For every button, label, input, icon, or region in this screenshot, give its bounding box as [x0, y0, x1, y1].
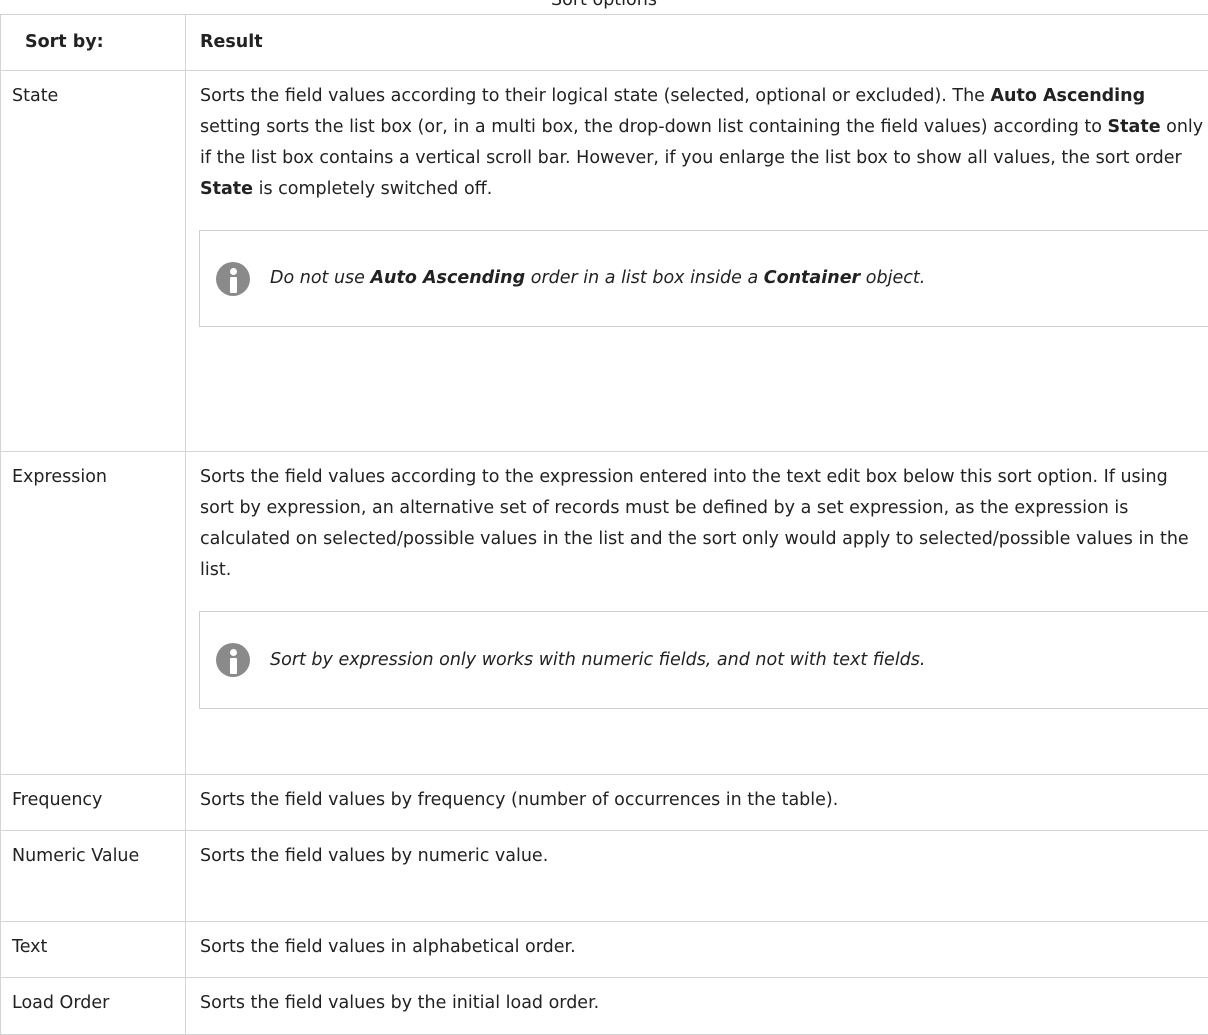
sort-by-cell: State [1, 71, 186, 452]
result-cell: Sorts the field values by frequency (num… [186, 775, 1208, 831]
note-box: Sort by expression only works with numer… [199, 611, 1208, 709]
note-text: Do not use Auto Ascending order in a lis… [270, 263, 925, 294]
sort-options-table: Sort by: Result State Sorts the field va… [0, 14, 1208, 1035]
result-cell: Sorts the field values in alphabetical o… [186, 922, 1208, 978]
sort-by-cell: Frequency [1, 775, 186, 831]
table-row: Load Order Sorts the field values by the… [1, 978, 1208, 1035]
result-cell: Sorts the field values by numeric value. [186, 831, 1208, 922]
sort-by-cell: Text [1, 922, 186, 978]
text-fragment: order in a list box inside a [525, 268, 764, 288]
sort-by-cell: Numeric Value [1, 831, 186, 922]
note-box: Do not use Auto Ascending order in a lis… [199, 230, 1208, 327]
table-row: Frequency Sorts the field values by freq… [1, 775, 1208, 831]
bold-term: Container [764, 268, 860, 288]
text-fragment: is completely switched off. [253, 179, 492, 199]
info-icon [216, 262, 250, 296]
result-text: Sorts the field values according to the … [200, 462, 1204, 586]
result-cell: Sorts the field values according to thei… [186, 71, 1208, 452]
sort-by-cell: Load Order [1, 978, 186, 1035]
bold-term: Auto Ascending [371, 268, 526, 288]
table-header-row: Sort by: Result [1, 15, 1208, 71]
bold-term: State [200, 179, 253, 199]
sort-by-cell: Expression [1, 452, 186, 775]
table-row: Text Sorts the field values in alphabeti… [1, 922, 1208, 978]
text-fragment: object. [860, 268, 925, 288]
bold-term: State [1108, 117, 1161, 137]
result-text: Sorts the field values according to thei… [200, 81, 1204, 205]
text-fragment: Do not use [270, 268, 371, 288]
header-sort-by: Sort by: [1, 15, 186, 71]
result-cell: Sorts the field values by the initial lo… [186, 978, 1208, 1035]
text-fragment: Sorts the field values according to thei… [200, 86, 991, 106]
text-fragment: setting sorts the list box (or, in a mul… [200, 117, 1108, 137]
note-text: Sort by expression only works with numer… [270, 645, 925, 676]
header-result: Result [186, 15, 1208, 71]
info-icon [216, 643, 250, 677]
table-row: Numeric Value Sorts the field values by … [1, 831, 1208, 922]
table-caption: Sort options [0, 0, 1208, 11]
result-cell: Sorts the field values according to the … [186, 452, 1208, 775]
table-row: State Sorts the field values according t… [1, 71, 1208, 452]
table-row: Expression Sorts the field values accord… [1, 452, 1208, 775]
bold-term: Auto Ascending [991, 86, 1146, 106]
